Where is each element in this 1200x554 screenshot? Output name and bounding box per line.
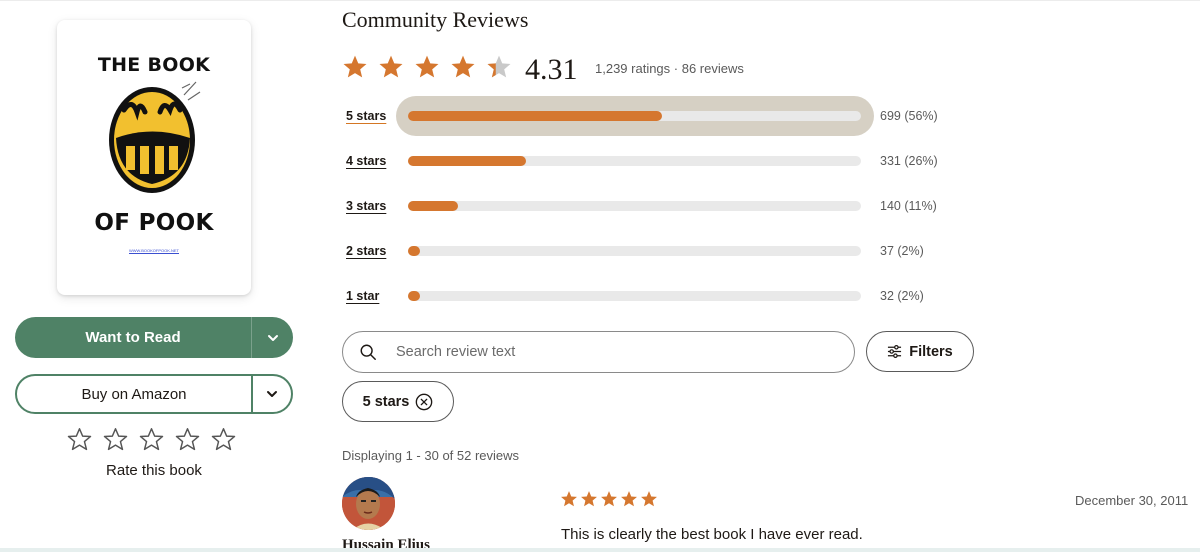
histogram-label[interactable]: 3 stars [346,199,386,213]
search-review-input[interactable]: Search review text [342,331,855,373]
full-star-icon [561,491,577,507]
displaying-count: Displaying 1 - 30 of 52 reviews [342,448,520,463]
histogram-row[interactable]: 5 stars 699 (56%) [342,96,962,136]
partial-star-icon [487,55,511,78]
shelf-dropdown-button[interactable] [252,317,293,358]
empty-star-icon[interactable] [174,426,201,453]
chevron-down-icon [267,391,277,397]
histogram-count: 331 (26%) [880,154,938,168]
full-star-icon [343,55,367,78]
empty-star-icon[interactable] [210,426,237,453]
rate-this-book-label: Rate this book [106,462,202,479]
cover-title-top: THE BOOK [97,54,211,76]
buy-options-dropdown-button[interactable] [253,376,291,412]
top-divider [0,0,1200,1]
cover-title-bottom: OF POOK [94,210,214,236]
full-star-icon [451,55,475,78]
histogram-row[interactable]: 2 stars 37 (2%) [342,231,962,271]
histogram-row[interactable]: 1 star 32 (2%) [342,276,962,316]
want-to-read-button-group: Want to Read [15,317,293,358]
histogram-count: 37 (2%) [880,244,924,258]
full-star-icon [641,491,657,507]
buy-button-group: Buy on Amazon [15,374,293,414]
histogram-fill [408,246,420,256]
histogram-count: 32 (2%) [880,289,924,303]
section-title: Community Reviews [342,7,529,32]
bottom-edge [0,548,1200,552]
full-star-icon [581,491,597,507]
histogram-track [408,291,861,301]
histogram-count: 699 (56%) [880,109,938,123]
histogram-label[interactable]: 4 stars [346,154,386,168]
average-rating-stars [342,54,512,80]
histogram-track [408,201,861,211]
cover-url: WWW.BOOKOFPOOK.NET [129,248,179,253]
histogram-count: 140 (11%) [880,199,937,213]
full-star-icon [601,491,617,507]
cover-illustration [109,81,201,193]
filters-button[interactable]: Filters [866,331,974,372]
full-star-icon [415,55,439,78]
want-to-read-button[interactable]: Want to Read [15,317,251,358]
buy-on-amazon-button[interactable]: Buy on Amazon [17,376,251,412]
empty-star-icon[interactable] [102,426,129,453]
avatar-portrait [342,477,395,530]
close-circle-icon[interactable] [415,393,433,411]
sliders-icon [888,344,902,359]
active-filter-chip[interactable]: 5 stars [342,381,454,422]
empty-star-icon[interactable] [138,426,165,453]
chevron-down-icon [267,334,278,341]
search-placeholder: Search review text [396,344,516,360]
empty-star-icon[interactable] [66,426,93,453]
histogram-track [408,156,861,166]
histogram-row[interactable]: 4 stars 331 (26%) [342,141,962,181]
review-date[interactable]: December 30, 2011 [1075,493,1188,508]
full-star-icon [621,491,637,507]
review-rating-stars [560,490,658,508]
filters-label: Filters [909,343,953,360]
rate-stars [66,426,237,453]
histogram-label[interactable]: 2 stars [346,244,386,258]
chip-label: 5 stars [362,393,410,410]
reviewer-avatar[interactable] [342,477,395,530]
average-rating-value: 4.31 [525,53,578,86]
full-star-icon [379,55,403,78]
histogram-fill [408,201,458,211]
histogram-row[interactable]: 3 stars 140 (11%) [342,186,962,226]
ratings-count: 1,239 ratings · 86 reviews [595,61,744,76]
histogram-track [408,246,861,256]
histogram-track [408,111,861,121]
search-icon [360,344,376,360]
histogram-fill [408,111,662,121]
histogram-label[interactable]: 5 stars [346,109,386,123]
book-cover[interactable]: THE BOOK OF POOK WWW.BOOKOFPOOK.NET [57,20,251,295]
histogram-label[interactable]: 1 star [346,289,379,303]
histogram-fill [408,156,526,166]
histogram-fill [408,291,420,301]
review-text: This is clearly the best book I have eve… [561,526,863,543]
